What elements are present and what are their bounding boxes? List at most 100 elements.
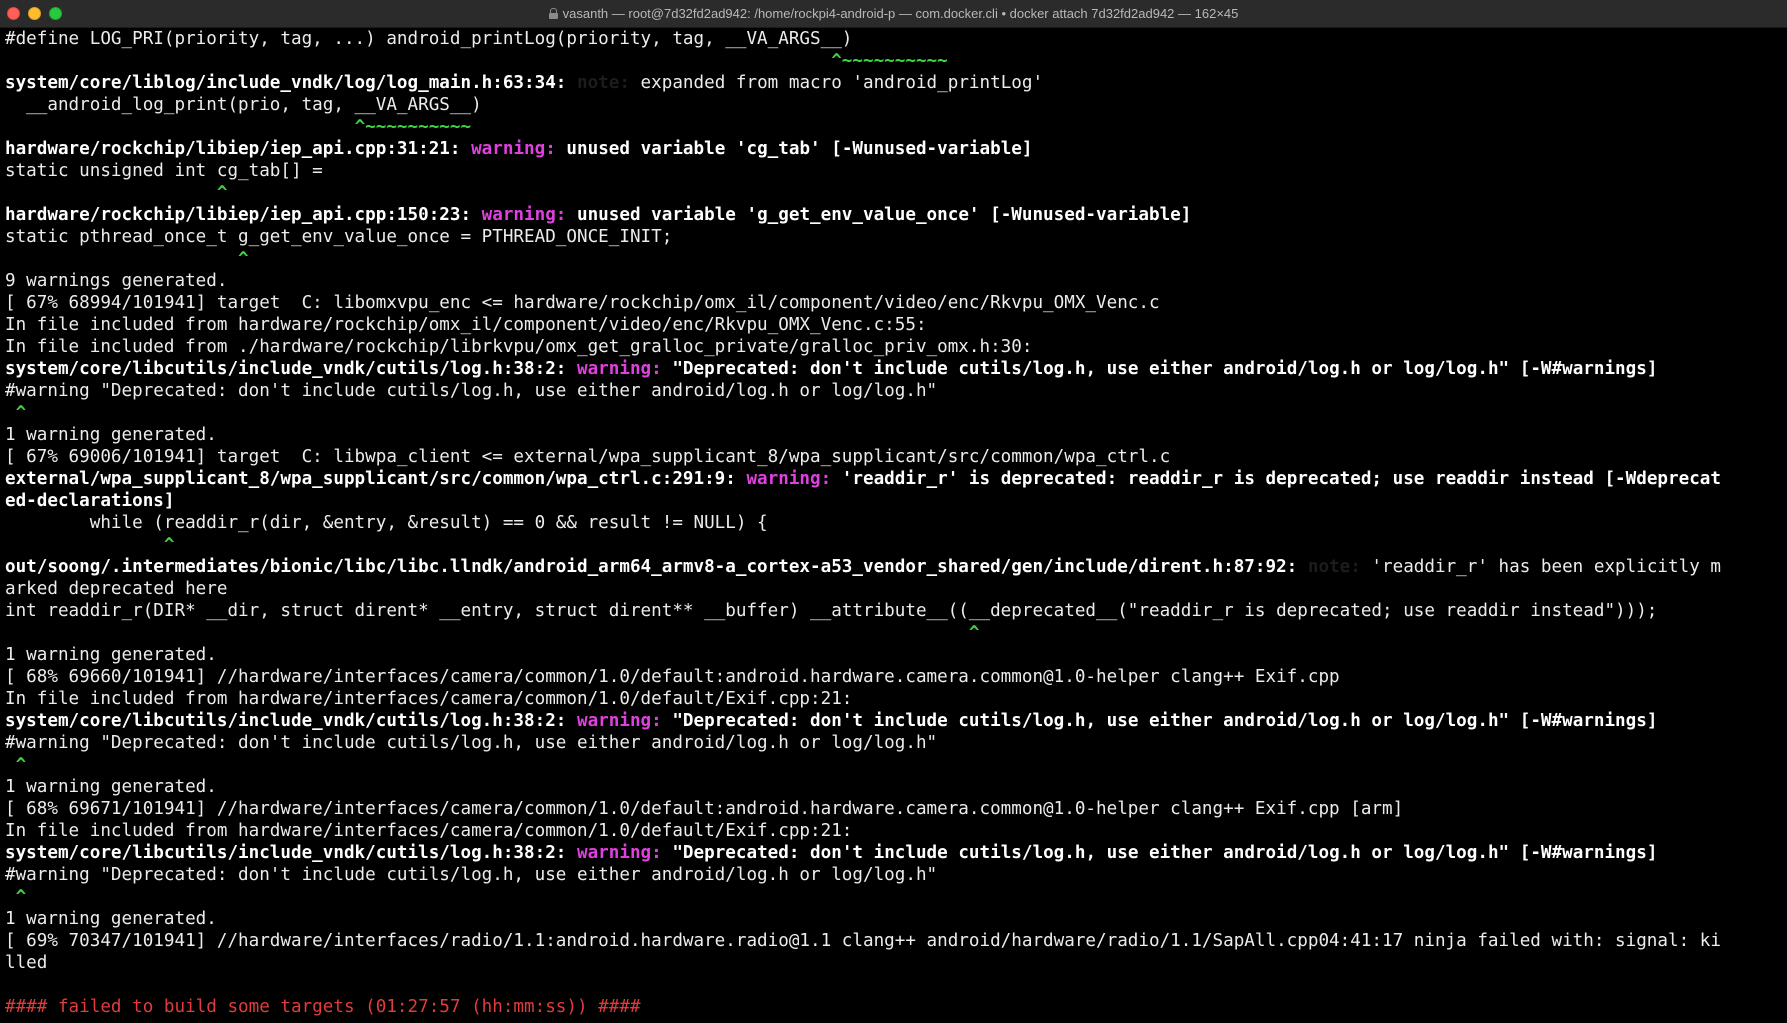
terminal-segment-bold: "Deprecated: don't include cutils/log.h,…	[661, 359, 1658, 379]
terminal-segment-plain: expanded from macro 'android_printLog'	[629, 73, 1044, 93]
terminal-segment-plain: [ 69% 70347/101941] //hardware/interface…	[5, 931, 1721, 951]
terminal-segment-warning: warning:	[746, 469, 832, 489]
terminal-line: In file included from hardware/rockchip/…	[5, 314, 1787, 336]
terminal-segment-plain: In file included from hardware/interface…	[5, 821, 853, 841]
terminal-segment-bold: system/core/libcutils/include_vndk/cutil…	[5, 711, 577, 731]
terminal-line: ^	[5, 622, 1787, 644]
terminal-segment-plain: 'readdir_r' has been explicitly m	[1360, 557, 1721, 577]
terminal-segment-tilde: ^~~~~~~~~~~	[354, 117, 472, 137]
terminal-line: In file included from hardware/interface…	[5, 688, 1787, 710]
terminal-segment-plain: static unsigned int cg_tab[] =	[5, 161, 323, 181]
terminal-line: 1 warning generated.	[5, 776, 1787, 798]
terminal-line: system/core/libcutils/include_vndk/cutil…	[5, 842, 1787, 864]
terminal-segment-note: note:	[1307, 557, 1361, 577]
terminal-line: [ 68% 69660/101941] //hardware/interface…	[5, 666, 1787, 688]
terminal-segment-warning: warning:	[577, 359, 662, 379]
terminal-line: hardware/rockchip/libiep/iep_api.cpp:150…	[5, 204, 1787, 226]
terminal-segment-plain: In file included from hardware/interface…	[5, 689, 853, 709]
terminal-segment-plain: __android_log_print(prio, tag, __VA_ARGS…	[5, 95, 482, 115]
terminal-segment-bold: 'readdir_r' is deprecated: readdir_r is …	[831, 469, 1721, 489]
window-title: vasanth — root@7d32fd2ad942: /home/rockp…	[562, 6, 1239, 21]
terminal-segment-plain: #warning "Deprecated: don't include cuti…	[5, 381, 938, 401]
terminal-segment-plain	[5, 51, 831, 71]
terminal-segment-bold: hardware/rockchip/libiep/iep_api.cpp:150…	[5, 205, 482, 225]
terminal-segment-plain: static pthread_once_t g_get_env_value_on…	[5, 227, 673, 247]
window-titlebar[interactable]: vasanth — root@7d32fd2ad942: /home/rockp…	[0, 0, 1787, 28]
terminal-segment-bold: ed-declarations]	[5, 491, 175, 511]
terminal-line: system/core/liblog/include_vndk/log/log_…	[5, 72, 1787, 94]
terminal-segment-plain	[5, 403, 16, 423]
terminal-segment-plain	[5, 887, 16, 907]
terminal-line: 1 warning generated.	[5, 644, 1787, 666]
terminal-segment-note: note:	[577, 73, 630, 93]
terminal-line: 1 warning generated.	[5, 424, 1787, 446]
terminal-line: __android_log_print(prio, tag, __VA_ARGS…	[5, 94, 1787, 116]
terminal-segment-plain: In file included from hardware/rockchip/…	[5, 315, 927, 335]
terminal-line: In file included from hardware/interface…	[5, 820, 1787, 842]
terminal-segment-plain: #warning "Deprecated: don't include cuti…	[5, 733, 938, 753]
terminal-segment-bold: unused variable 'g_get_env_value_once' […	[566, 205, 1192, 225]
window-title-area: vasanth — root@7d32fd2ad942: /home/rockp…	[0, 0, 1787, 28]
terminal-segment-bold: system/core/libcutils/include_vndk/cutil…	[5, 359, 577, 379]
terminal-line: [ 67% 69006/101941] target C: libwpa_cli…	[5, 446, 1787, 468]
terminal-segment-plain: 1 warning generated.	[5, 909, 217, 929]
terminal-line: ^	[5, 248, 1787, 270]
lock-icon	[548, 8, 558, 19]
terminal-segment-plain: [ 67% 69006/101941] target C: libwpa_cli…	[5, 447, 1171, 467]
terminal-segment-bold: unused variable 'cg_tab' [-Wunused-varia…	[555, 139, 1033, 159]
terminal-segment-bold: "Deprecated: don't include cutils/log.h,…	[661, 711, 1658, 731]
terminal-segment-bold: system/core/libcutils/include_vndk/cutil…	[5, 843, 577, 863]
terminal-line: #warning "Deprecated: don't include cuti…	[5, 864, 1787, 886]
terminal-line: ^	[5, 886, 1787, 908]
terminal-line: ^	[5, 182, 1787, 204]
terminal-segment-plain: #define LOG_PRI(priority, tag, ...) andr…	[5, 29, 853, 49]
terminal-line: ^	[5, 534, 1787, 556]
terminal-line: hardware/rockchip/libiep/iep_api.cpp:31:…	[5, 138, 1787, 160]
terminal-segment-plain: #warning "Deprecated: don't include cuti…	[5, 865, 938, 885]
terminal-segment-plain: 1 warning generated.	[5, 645, 217, 665]
terminal-segment-plain: [ 68% 69671/101941] //hardware/interface…	[5, 799, 1404, 819]
terminal-segment-caret: ^	[216, 183, 228, 203]
terminal-segment-bold: external/wpa_supplicant_8/wpa_supplicant…	[5, 469, 747, 489]
terminal-line: static unsigned int cg_tab[] =	[5, 160, 1787, 182]
terminal-segment-caret: ^	[15, 403, 27, 423]
terminal-segment-caret: ^	[15, 755, 27, 775]
terminal-segment-bold: "Deprecated: don't include cutils/log.h,…	[661, 843, 1658, 863]
terminal-segment-plain	[5, 623, 969, 643]
terminal-segment-plain	[5, 755, 16, 775]
terminal-segment-plain: [ 68% 69660/101941] //hardware/interface…	[5, 667, 1340, 687]
terminal-line: [ 68% 69671/101941] //hardware/interface…	[5, 798, 1787, 820]
terminal-line: out/soong/.intermediates/bionic/libc/lib…	[5, 556, 1787, 578]
terminal-line: ^~~~~~~~~~~	[5, 116, 1787, 138]
terminal-segment-caret: ^	[968, 623, 980, 643]
terminal-line: 1 warning generated.	[5, 908, 1787, 930]
terminal-line: ^	[5, 402, 1787, 424]
terminal-line: ed-declarations]	[5, 490, 1787, 512]
terminal-line: #warning "Deprecated: don't include cuti…	[5, 380, 1787, 402]
terminal-segment-caret: ^	[15, 887, 27, 907]
terminal-line: In file included from ./hardware/rockchi…	[5, 336, 1787, 358]
terminal-line: #### failed to build some targets (01:27…	[5, 996, 1787, 1018]
terminal-segment-warning: warning:	[577, 843, 662, 863]
terminal-line: ^~~~~~~~~~~	[5, 50, 1787, 72]
terminal-line: lled	[5, 952, 1787, 974]
terminal-segment-warning: warning:	[471, 139, 556, 159]
terminal-segment-caret: ^	[163, 535, 175, 555]
terminal-segment-warning: warning:	[577, 711, 662, 731]
terminal-segment-plain	[5, 117, 355, 137]
terminal-line: [ 67% 68994/101941] target C: libomxvpu_…	[5, 292, 1787, 314]
terminal-line: arked deprecated here	[5, 578, 1787, 600]
terminal-segment-plain: 9 warnings generated.	[5, 271, 228, 291]
terminal-segment-plain: In file included from ./hardware/rockchi…	[5, 337, 1033, 357]
terminal-output[interactable]: #define LOG_PRI(priority, tag, ...) andr…	[0, 28, 1787, 1023]
terminal-line: ^	[5, 754, 1787, 776]
terminal-line: #warning "Deprecated: don't include cuti…	[5, 732, 1787, 754]
terminal-segment-plain: lled	[5, 953, 48, 973]
terminal-segment-bold: hardware/rockchip/libiep/iep_api.cpp:31:…	[5, 139, 472, 159]
terminal-segment-plain: int readdir_r(DIR* __dir, struct dirent*…	[5, 601, 1658, 621]
terminal-segment-warning: warning:	[481, 205, 567, 225]
terminal-line: [ 69% 70347/101941] //hardware/interface…	[5, 930, 1787, 952]
terminal-line: system/core/libcutils/include_vndk/cutil…	[5, 358, 1787, 380]
terminal-line: external/wpa_supplicant_8/wpa_supplicant…	[5, 468, 1787, 490]
terminal-line: while (readdir_r(dir, &entry, &result) =…	[5, 512, 1787, 534]
